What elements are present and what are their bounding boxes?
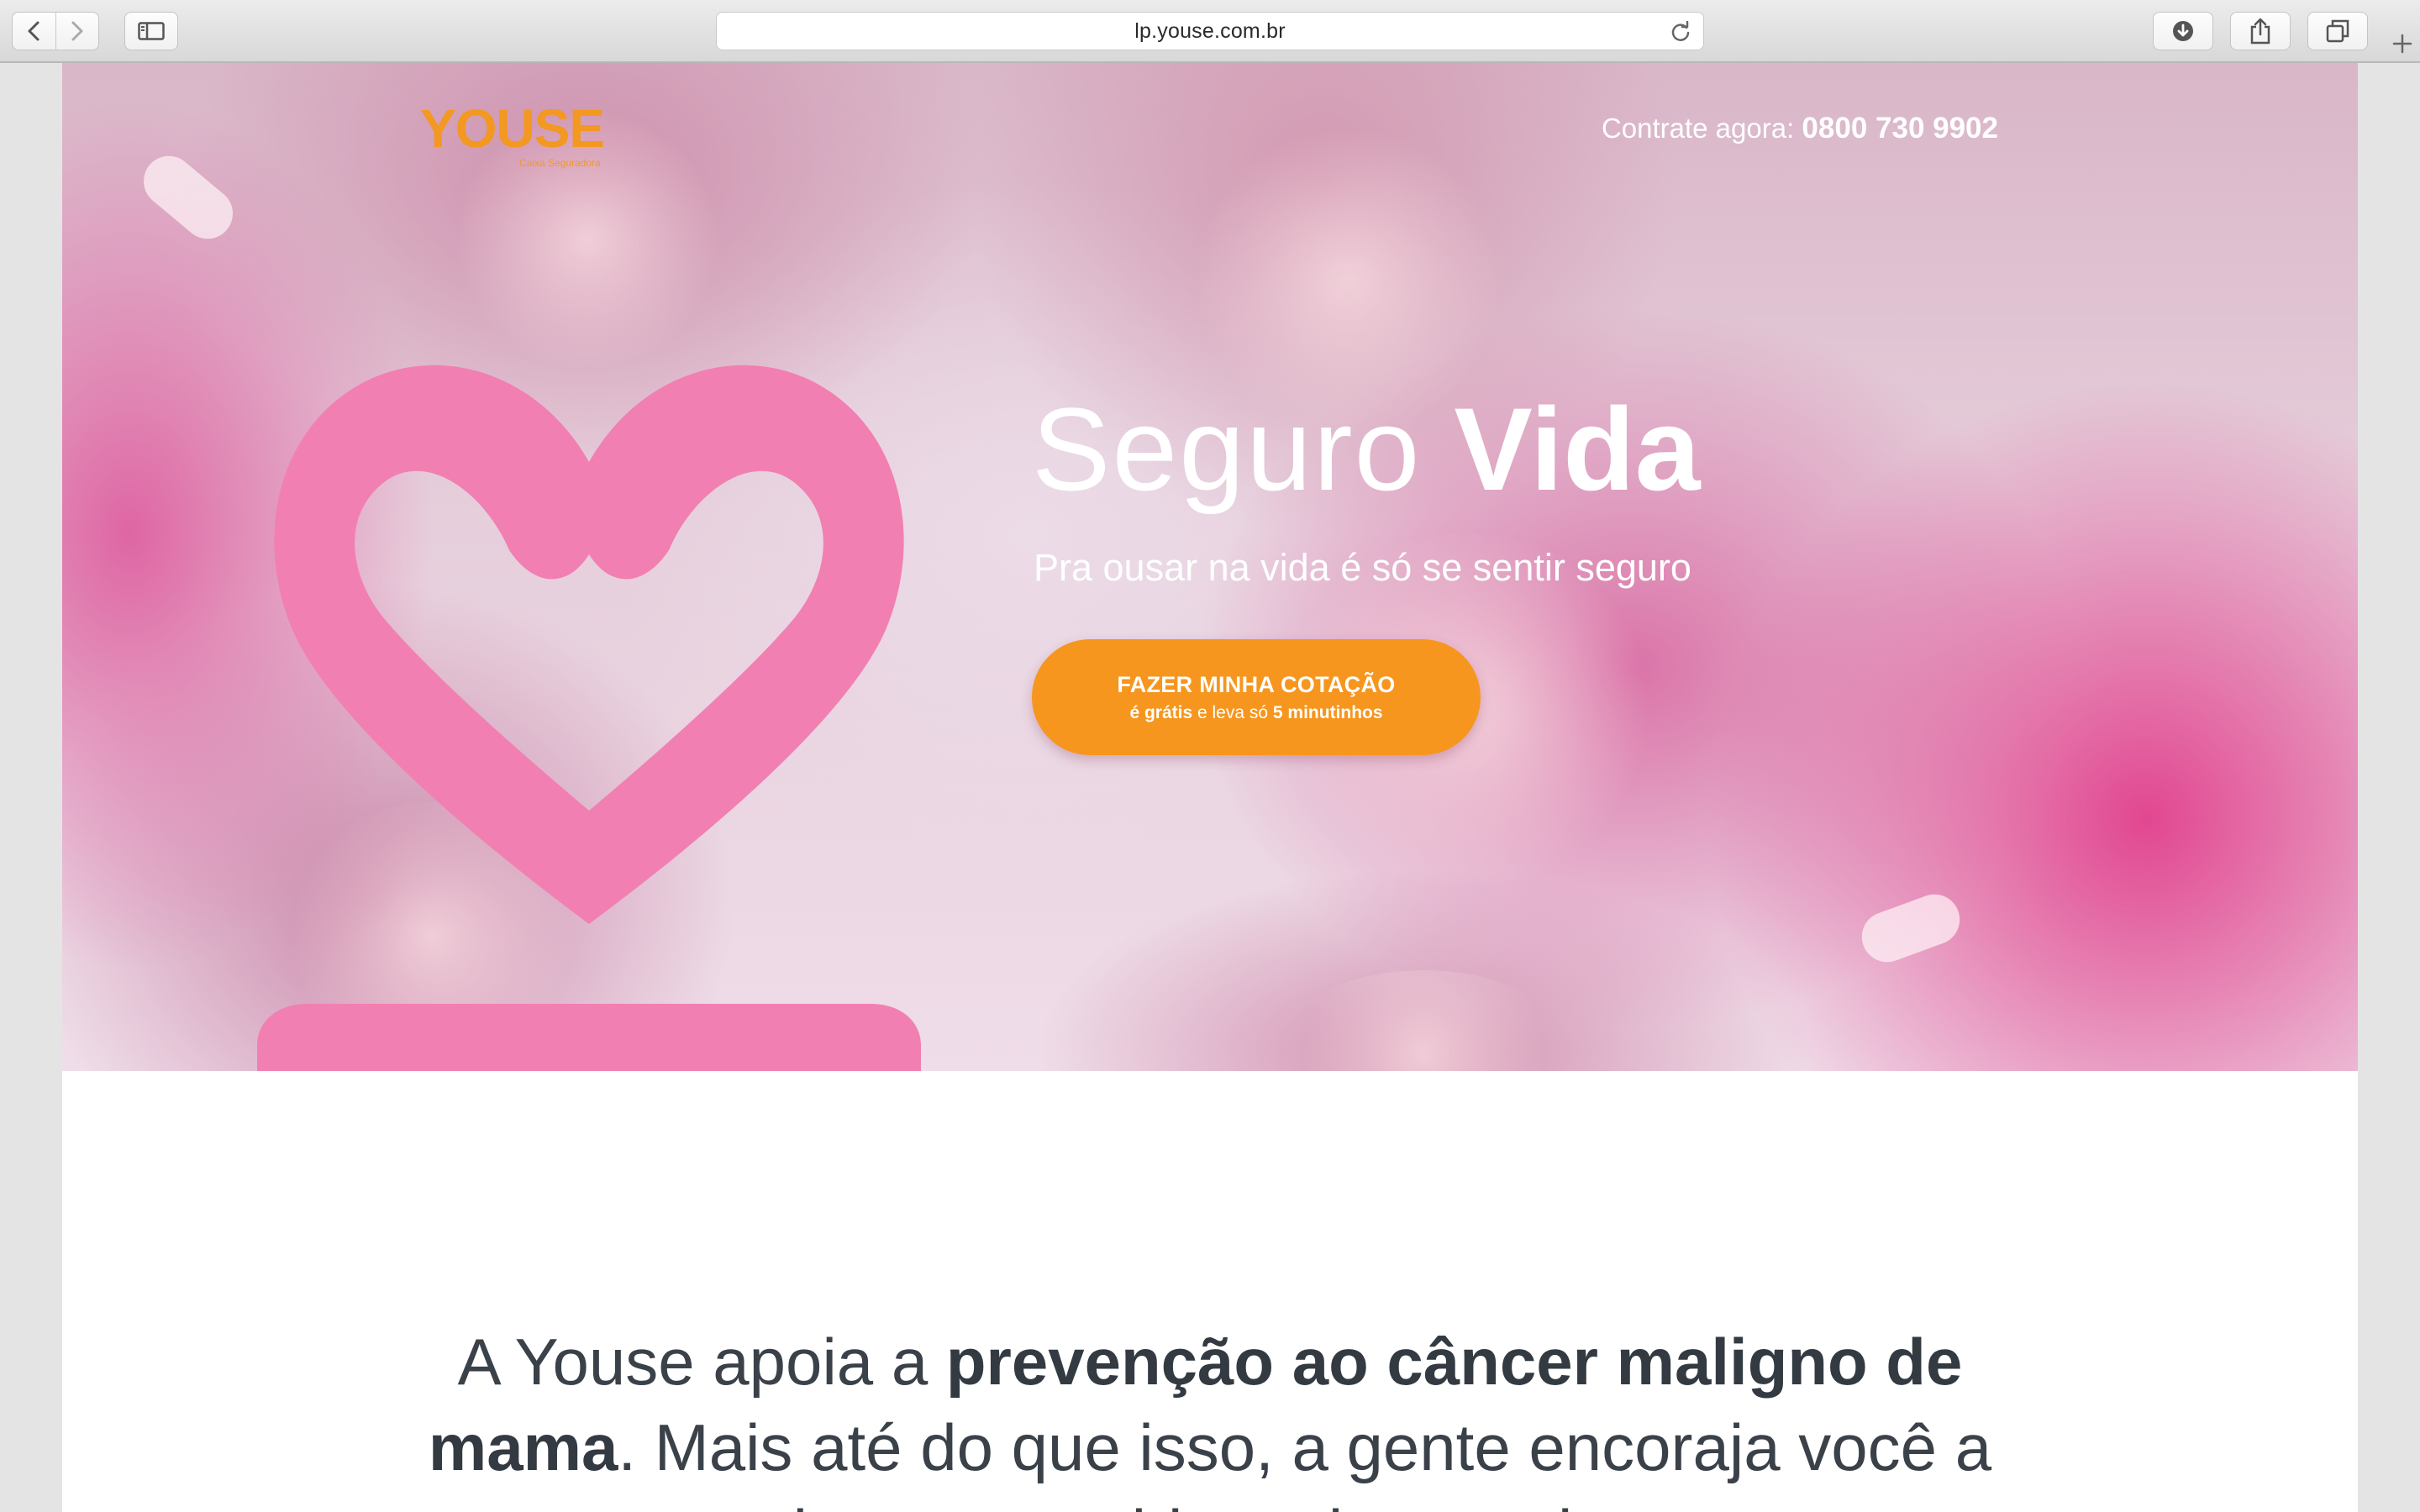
cta-sublabel: é grátis e leva só 5 minutinhos — [1129, 703, 1382, 723]
back-button[interactable] — [13, 13, 55, 50]
tabs-icon — [2326, 19, 2349, 43]
share-icon — [2250, 18, 2270, 45]
cta-free-text: é grátis — [1129, 702, 1193, 722]
pink-ribbon-decoration — [1854, 887, 1967, 969]
hero-photo-face — [1272, 970, 1575, 1071]
new-tab-icon — [2392, 34, 2412, 54]
hero-title: Seguro Vida — [1032, 378, 1700, 521]
nav-buttons — [12, 12, 99, 50]
share-button[interactable] — [2230, 12, 2291, 50]
contact-phone: Contrate agora: 0800 730 9902 — [1602, 112, 1998, 145]
cta-time-text: 5 minutinhos — [1272, 702, 1383, 722]
back-icon — [28, 21, 39, 41]
web-page: YOUSE Caixa Seguradora Contrate agora: 0… — [62, 63, 2358, 1512]
hero-subtitle: Pra ousar na vida é só se sentir seguro — [1034, 546, 1691, 589]
browser-toolbar: lp.youse.com.br — [0, 0, 2420, 63]
download-icon — [2173, 21, 2193, 41]
logo-wordmark: YOUSE — [420, 98, 605, 159]
show-tabs-button[interactable] — [2307, 12, 2368, 50]
forward-button[interactable] — [55, 13, 98, 50]
logo-tagline: Caixa Seguradora — [519, 157, 601, 169]
hero-title-bold: Vida — [1454, 383, 1701, 515]
cta-mid-text: e leva só — [1197, 702, 1269, 722]
statement-rest: . Mais até do que isso, a gente encoraja… — [618, 1410, 1992, 1512]
address-bar[interactable]: lp.youse.com.br — [716, 12, 1704, 50]
quote-cta-button[interactable]: FAZER MINHA COTAÇÃO é grátis e leva só 5… — [1032, 639, 1481, 755]
hero-banner: YOUSE Caixa Seguradora Contrate agora: 0… — [62, 63, 2358, 1071]
new-tab-button[interactable] — [2385, 25, 2420, 62]
content-section: A Youse apoia a prevenção ao câncer mali… — [62, 1071, 2358, 1512]
youse-logo[interactable]: YOUSE Caixa Seguradora — [420, 98, 622, 174]
phone-prefix: Contrate agora: — [1601, 113, 1795, 144]
reload-icon[interactable] — [1670, 21, 1691, 43]
support-statement: A Youse apoia a prevenção ao câncer mali… — [365, 1319, 2055, 1512]
statement-intro: A Youse apoia a — [457, 1325, 929, 1399]
downloads-button[interactable] — [2153, 12, 2213, 50]
forward-icon — [71, 21, 83, 41]
sidebar-button[interactable] — [124, 12, 178, 50]
url-text: lp.youse.com.br — [1134, 18, 1286, 43]
pink-ribbon-decoration — [133, 145, 244, 249]
cta-label: FAZER MINHA COTAÇÃO — [1117, 671, 1396, 697]
heart-icon — [257, 365, 921, 1071]
phone-number[interactable]: 0800 730 9902 — [1802, 112, 1998, 144]
hero-title-light: Seguro — [1032, 383, 1422, 515]
sidebar-icon — [138, 22, 165, 40]
